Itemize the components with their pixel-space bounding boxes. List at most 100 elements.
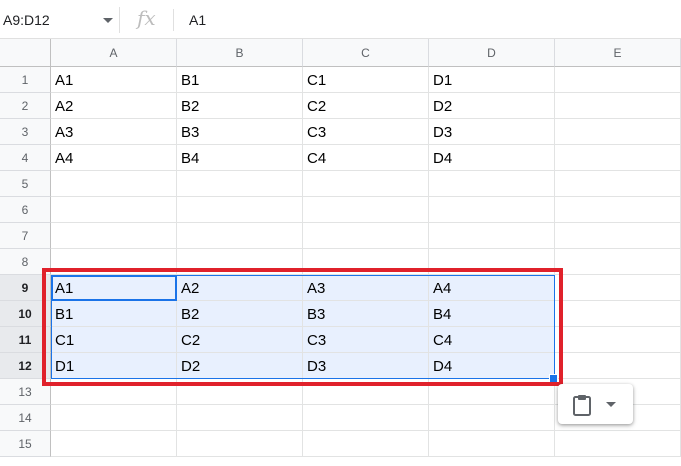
cell-c9[interactable]: A3 (303, 275, 429, 301)
cell-a4[interactable]: A4 (51, 145, 177, 171)
cell-a6[interactable] (51, 197, 177, 223)
cell-b3[interactable]: B3 (177, 119, 303, 145)
row-header-14[interactable]: 14 (0, 405, 51, 431)
cell-c15[interactable] (303, 431, 429, 457)
cell-a14[interactable] (51, 405, 177, 431)
cell-c3[interactable]: C3 (303, 119, 429, 145)
cell-d6[interactable] (429, 197, 555, 223)
cell-b12[interactable]: D2 (177, 353, 303, 379)
row-header-1[interactable]: 1 (0, 67, 51, 93)
row-header-11[interactable]: 11 (0, 327, 51, 353)
cell-d1[interactable]: D1 (429, 67, 555, 93)
cell-e11[interactable] (555, 327, 681, 353)
cell-a3[interactable]: A3 (51, 119, 177, 145)
select-all-corner[interactable] (0, 39, 51, 67)
cell-a9[interactable]: A1 (51, 275, 177, 301)
cell-d3[interactable]: D3 (429, 119, 555, 145)
column-header-e[interactable]: E (555, 39, 681, 67)
column-header-b[interactable]: B (177, 39, 303, 67)
cell-d14[interactable] (429, 405, 555, 431)
row-header-7[interactable]: 7 (0, 223, 51, 249)
cell-c11[interactable]: C3 (303, 327, 429, 353)
cell-e5[interactable] (555, 171, 681, 197)
row-header-2[interactable]: 2 (0, 93, 51, 119)
cell-b1[interactable]: B1 (177, 67, 303, 93)
cell-b5[interactable] (177, 171, 303, 197)
cell-c14[interactable] (303, 405, 429, 431)
cell-b14[interactable] (177, 405, 303, 431)
cell-c7[interactable] (303, 223, 429, 249)
cell-b11[interactable]: C2 (177, 327, 303, 353)
row-header-3[interactable]: 3 (0, 119, 51, 145)
cell-a2[interactable]: A2 (51, 93, 177, 119)
cell-c10[interactable]: B3 (303, 301, 429, 327)
cell-b7[interactable] (177, 223, 303, 249)
cell-b9[interactable]: A2 (177, 275, 303, 301)
cell-b13[interactable] (177, 379, 303, 405)
cell-c2[interactable]: C2 (303, 93, 429, 119)
cell-e6[interactable] (555, 197, 681, 223)
row-header-6[interactable]: 6 (0, 197, 51, 223)
cell-a11[interactable]: C1 (51, 327, 177, 353)
cell-d9[interactable]: A4 (429, 275, 555, 301)
cell-b10[interactable]: B2 (177, 301, 303, 327)
cell-a7[interactable] (51, 223, 177, 249)
row-header-12[interactable]: 12 (0, 353, 51, 379)
cell-e8[interactable] (555, 249, 681, 275)
cell-d12[interactable]: D4 (429, 353, 555, 379)
cell-d11[interactable]: C4 (429, 327, 555, 353)
cell-e1[interactable] (555, 67, 681, 93)
cell-d10[interactable]: B4 (429, 301, 555, 327)
cell-c12[interactable]: D3 (303, 353, 429, 379)
row-header-13[interactable]: 13 (0, 379, 51, 405)
paste-options-button[interactable] (558, 384, 633, 424)
cell-c1[interactable]: C1 (303, 67, 429, 93)
cell-e10[interactable] (555, 301, 681, 327)
cell-d4[interactable]: D4 (429, 145, 555, 171)
chevron-down-icon[interactable] (103, 18, 113, 23)
formula-input[interactable]: A1 (189, 7, 206, 33)
cell-a15[interactable] (51, 431, 177, 457)
cell-e12[interactable] (555, 353, 681, 379)
cell-e3[interactable] (555, 119, 681, 145)
column-header-d[interactable]: D (429, 39, 555, 67)
cell-e9[interactable] (555, 275, 681, 301)
cell-b2[interactable]: B2 (177, 93, 303, 119)
cell-e2[interactable] (555, 93, 681, 119)
cell-b4[interactable]: B4 (177, 145, 303, 171)
row-header-8[interactable]: 8 (0, 249, 51, 275)
row-header-10[interactable]: 10 (0, 301, 51, 327)
cell-d15[interactable] (429, 431, 555, 457)
cell-a13[interactable] (51, 379, 177, 405)
column-header-a[interactable]: A (51, 39, 177, 67)
cell-a5[interactable] (51, 171, 177, 197)
row-header-5[interactable]: 5 (0, 171, 51, 197)
cell-e4[interactable] (555, 145, 681, 171)
cell-c13[interactable] (303, 379, 429, 405)
cell-c5[interactable] (303, 171, 429, 197)
cell-d7[interactable] (429, 223, 555, 249)
column-header-c[interactable]: C (303, 39, 429, 67)
cell-e15[interactable] (555, 431, 681, 457)
cell-c8[interactable] (303, 249, 429, 275)
cell-b6[interactable] (177, 197, 303, 223)
cell-c4[interactable]: C4 (303, 145, 429, 171)
row-header-4[interactable]: 4 (0, 145, 51, 171)
row-header-9[interactable]: 9 (0, 275, 51, 301)
cell-d2[interactable]: D2 (429, 93, 555, 119)
cell-c6[interactable] (303, 197, 429, 223)
cell-a1[interactable]: A1 (51, 67, 177, 93)
name-box[interactable]: A9:D12 (0, 7, 120, 33)
row-header-15[interactable]: 15 (0, 431, 51, 457)
cell-d5[interactable] (429, 171, 555, 197)
fill-handle[interactable] (549, 374, 558, 383)
cell-a10[interactable]: B1 (51, 301, 177, 327)
cell-e7[interactable] (555, 223, 681, 249)
cell-b15[interactable] (177, 431, 303, 457)
cell-a8[interactable] (51, 249, 177, 275)
cell-d13[interactable] (429, 379, 555, 405)
cell-a12[interactable]: D1 (51, 353, 177, 379)
fx-icon: fx (137, 6, 156, 30)
cell-b8[interactable] (177, 249, 303, 275)
cell-d8[interactable] (429, 249, 555, 275)
